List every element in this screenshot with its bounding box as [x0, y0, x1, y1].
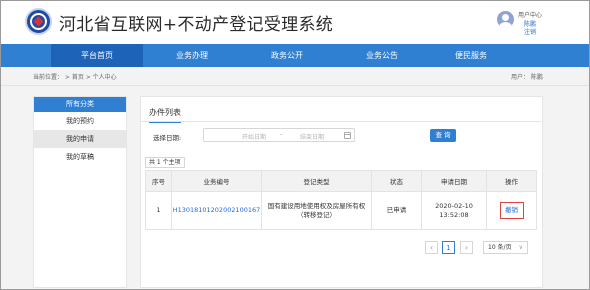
- cell-status: 已申请: [371, 191, 422, 230]
- date-line1: 2020-02-10: [435, 201, 473, 210]
- main-nav: 平台首页 业务办理 政务公开 业务公告 便民服务: [1, 44, 589, 67]
- total-count: 共 1 个主项: [145, 157, 185, 168]
- page-size-select[interactable]: 10 条/页 ∨: [483, 241, 528, 254]
- breadcrumb-user: 用户： 陈鹏: [511, 74, 543, 81]
- table-header-row: 序号 业务编号 登记类型 状态 申请日期 操作: [145, 170, 537, 192]
- user-center-link[interactable]: 用户中心: [518, 10, 542, 19]
- calendar-icon[interactable]: [344, 132, 351, 139]
- breadcrumb[interactable]: 当前位置： > 首页 > 个人中心: [33, 72, 117, 81]
- emblem-logo-icon: [25, 8, 52, 35]
- date-separator: -: [280, 131, 283, 138]
- breadcrumb-bar: 当前位置： > 首页 > 个人中心 用户： 陈鹏: [1, 67, 589, 86]
- col-header-date: 申请日期: [421, 170, 487, 192]
- start-date-input[interactable]: 开始日期: [242, 132, 266, 141]
- sidebar-item-drafts[interactable]: 我的草稿: [34, 148, 126, 166]
- logout-link[interactable]: 注销: [524, 27, 536, 36]
- sidebar-item-appointments[interactable]: 我的预约: [34, 112, 126, 130]
- divider: [141, 121, 542, 122]
- table-row: 1 H13018101202002100167 国有建设用地使用权及房屋所有权 …: [145, 191, 537, 230]
- pager-page-1[interactable]: 1: [442, 241, 455, 254]
- sidebar-header: 所有分类: [34, 97, 126, 112]
- main-panel: 办件列表 选择日期: 开始日期 - 结束日期 查 询 共 1 个主项 序号 业务…: [140, 96, 543, 288]
- col-header-index: 序号: [145, 170, 172, 192]
- date-range-picker[interactable]: 开始日期 - 结束日期: [203, 128, 355, 142]
- nav-services[interactable]: 便民服务: [425, 44, 517, 67]
- cell-biz-no-link[interactable]: H13018101202002100167: [171, 191, 262, 230]
- nav-announcements[interactable]: 业务公告: [336, 44, 428, 67]
- site-title: 河北省互联网+不动产登记受理系统: [59, 15, 334, 35]
- query-button[interactable]: 查 询: [430, 129, 456, 142]
- end-date-input[interactable]: 结束日期: [300, 132, 324, 141]
- chevron-down-icon: ∨: [518, 244, 523, 251]
- cell-action: 撤销: [486, 191, 537, 230]
- user-avatar-icon[interactable]: [497, 11, 514, 28]
- reg-type-line1: 国有建设用地使用权及房屋所有权: [267, 201, 366, 210]
- nav-gov-affairs[interactable]: 政务公开: [241, 44, 333, 67]
- col-header-reg-type: 登记类型: [261, 170, 372, 192]
- col-header-action: 操作: [486, 170, 537, 192]
- col-header-status: 状态: [371, 170, 422, 192]
- reg-type-line2: （转移登记）: [297, 210, 336, 219]
- sidebar-item-applications[interactable]: 我的申请: [34, 130, 126, 148]
- col-header-biz-no: 业务编号: [171, 170, 262, 192]
- nav-home[interactable]: 平台首页: [51, 44, 143, 67]
- page-size-value: 10 条/页: [488, 244, 512, 251]
- date-label: 选择日期:: [153, 134, 182, 142]
- cell-reg-type: 国有建设用地使用权及房屋所有权 （转移登记）: [261, 191, 372, 230]
- pager-prev-button[interactable]: ‹: [425, 241, 438, 254]
- date-line2: 13:52:08: [439, 210, 469, 219]
- sidebar: 所有分类 我的预约 我的申请 我的草稿: [33, 96, 127, 288]
- nav-business[interactable]: 业务办理: [146, 44, 238, 67]
- cell-index: 1: [145, 191, 172, 230]
- revoke-button[interactable]: 撤销: [499, 202, 524, 219]
- cell-date: 2020-02-10 13:52:08: [421, 191, 487, 230]
- case-table: 序号 业务编号 登记类型 状态 申请日期 操作 1 H1301810120200…: [145, 170, 537, 230]
- site-header: 河北省互联网+不动产登记受理系统 用户中心 陈鹏 注销: [1, 1, 589, 43]
- pager-next-button[interactable]: ›: [460, 241, 473, 254]
